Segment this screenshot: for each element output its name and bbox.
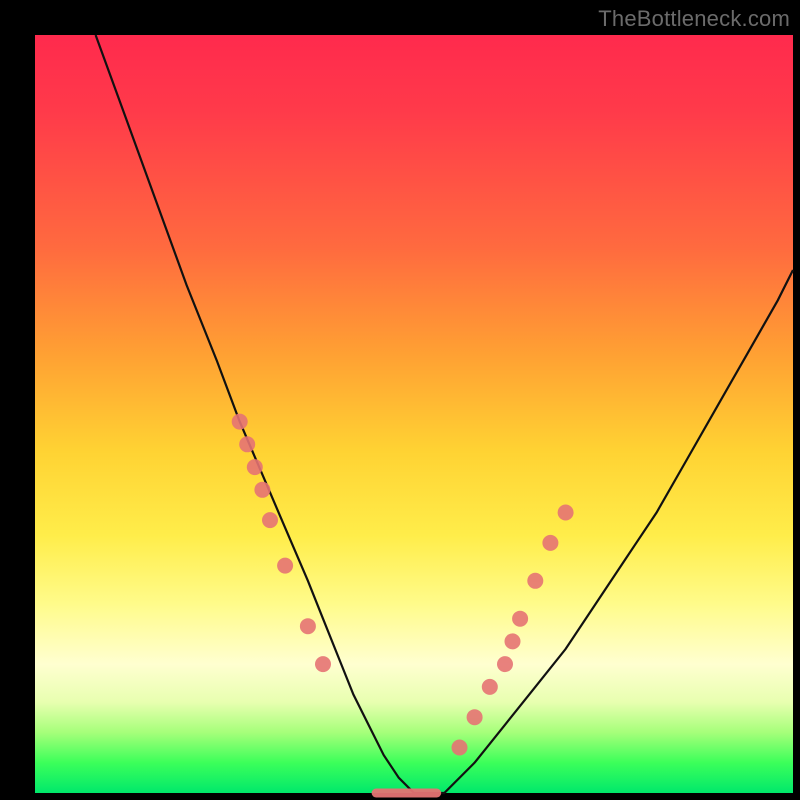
highlight-dot <box>247 459 263 475</box>
highlight-dot <box>467 709 483 725</box>
highlight-dot <box>505 633 521 649</box>
highlight-dot <box>239 436 255 452</box>
highlight-dot <box>254 482 270 498</box>
highlight-dot <box>497 656 513 672</box>
highlight-dot <box>527 573 543 589</box>
highlight-dot <box>277 558 293 574</box>
highlight-dot <box>262 512 278 528</box>
highlight-dot <box>482 679 498 695</box>
highlight-dot <box>315 656 331 672</box>
chart-frame: TheBottleneck.com <box>0 0 800 800</box>
highlight-dot <box>452 740 468 756</box>
watermark-text: TheBottleneck.com <box>598 6 790 32</box>
highlight-dot <box>542 535 558 551</box>
plot-area <box>35 35 793 793</box>
bottleneck-curve-svg <box>35 35 793 793</box>
highlight-dot <box>558 505 574 521</box>
highlight-dots-left <box>232 414 331 672</box>
bottleneck-curve <box>96 35 793 793</box>
highlight-dot <box>512 611 528 627</box>
highlight-dot <box>232 414 248 430</box>
highlight-dots-right <box>452 505 574 756</box>
highlight-dot <box>300 618 316 634</box>
